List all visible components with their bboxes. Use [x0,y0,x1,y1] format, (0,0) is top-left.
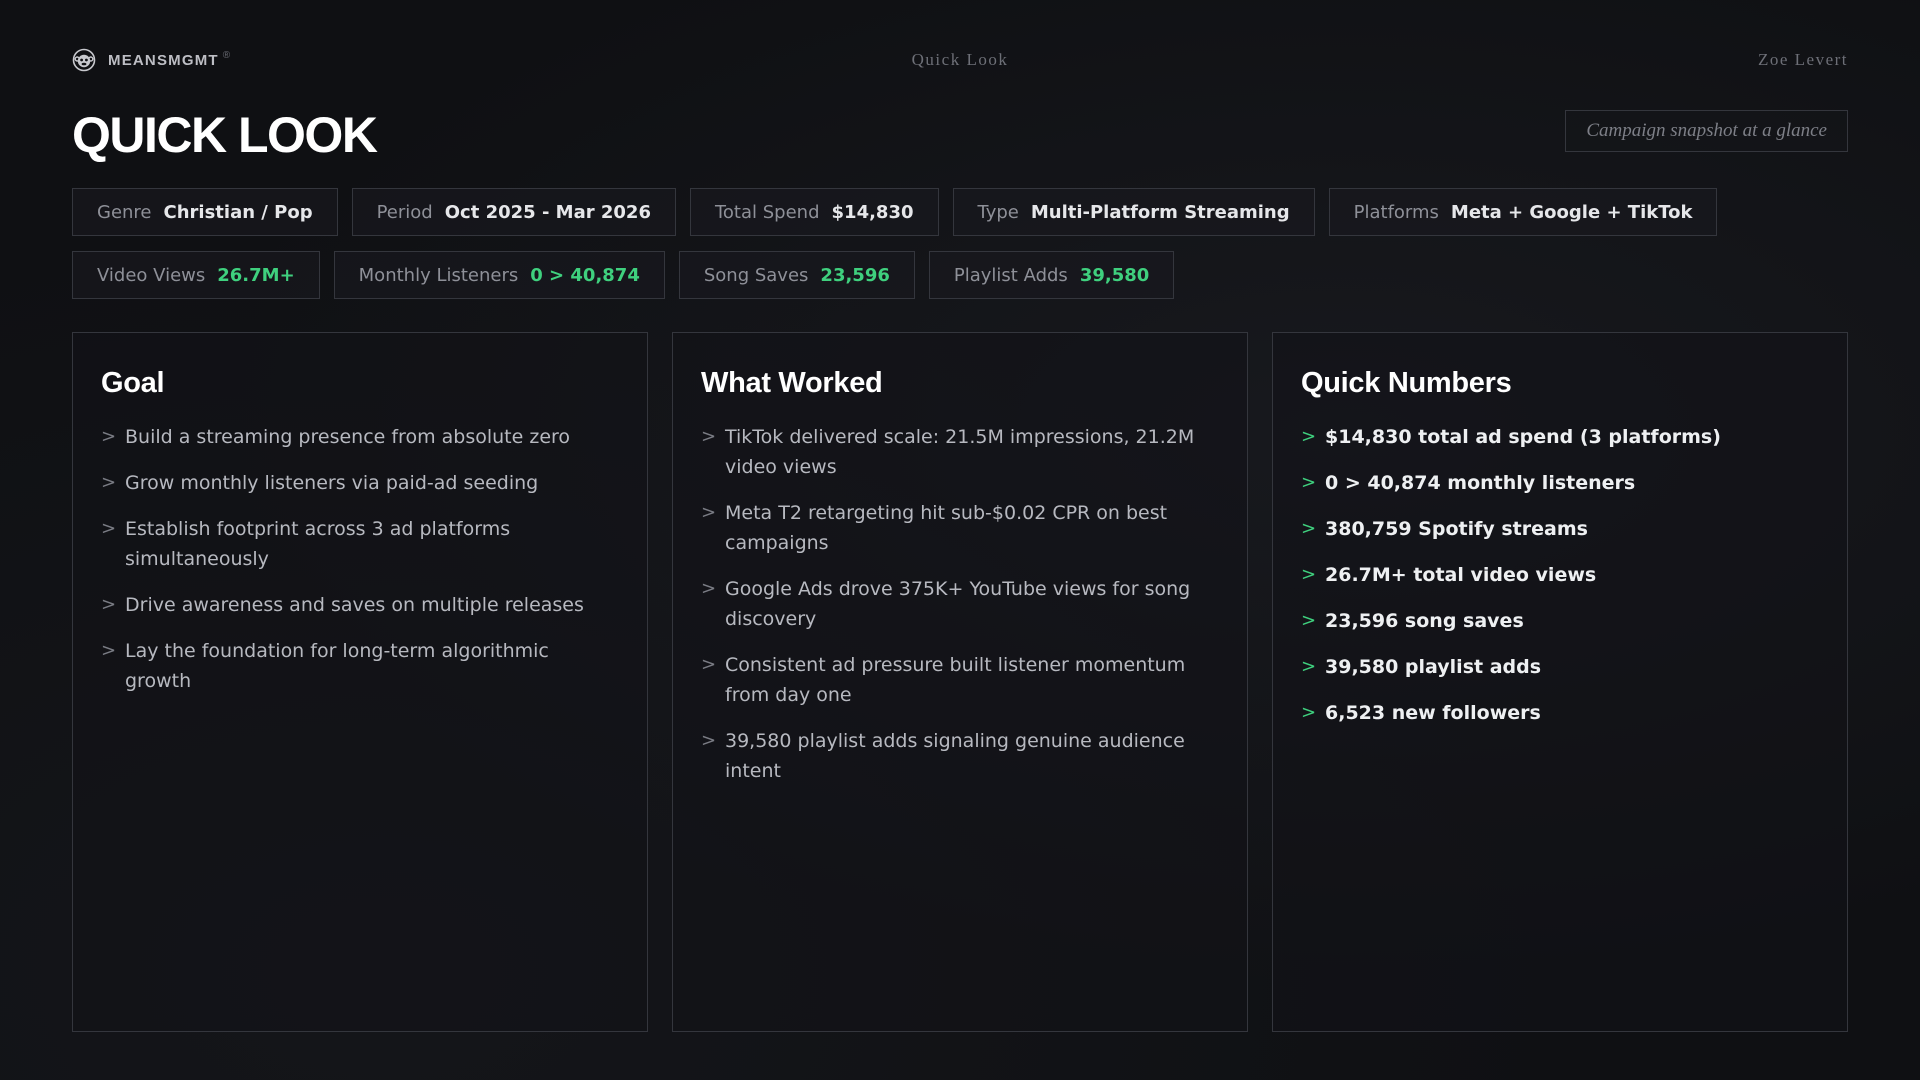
chip-video-views: Video Views 26.7M+ [72,251,320,299]
list-item: >39,580 playlist adds signaling genuine … [701,726,1219,786]
list-item-text: $14,830 total ad spend (3 platforms) [1325,426,1721,448]
list-item: > Google Ads drove 375K+ YouTube views fo… [701,574,1219,634]
list-item: >39,580 playlist adds [1301,652,1819,682]
chip-value: $14,830 [831,201,914,223]
goal-list: > Build a streaming presence from absolut… [101,422,619,696]
chevron-right-icon: > [101,472,117,493]
goal-card: Goal > Build a streaming presence from ab… [72,332,648,1032]
chip-total-spend: Total Spend $14,830 [689,188,939,236]
list-item: > Grow monthly listeners via paid-ad seed… [101,468,619,498]
chip-value: Christian / Pop [163,201,313,223]
chip-value: Meta + Google + TikTok [1450,201,1693,223]
list-item: > TikTok delivered scale: 21.5M impressio… [701,422,1219,482]
card-title: What Worked [701,367,883,399]
list-item-text: Consistent ad pressure built listener mo… [725,654,1186,706]
list-item-text: 39,580 playlist adds [1325,656,1542,678]
list-item: > Meta T2 retargeting hit sub-$0.02 CPR o… [701,498,1219,558]
chevron-right-icon: > [1301,656,1317,677]
list-item: >23,596 song saves [1301,606,1819,636]
chevron-right-icon: > [1301,472,1317,493]
chip-period: Period Oct 2025 - Mar 2026 [351,188,676,236]
list-item-text: Establish footprint across 3 ad platform… [125,518,511,570]
list-item-text: 39,580 playlist adds signaling genuine a… [725,730,1185,782]
list-item-text: Meta T2 retargeting hit sub-$0.02 CPR on… [725,502,1168,554]
section-label: Quick Look [911,50,1009,69]
metric-chip-row: Video Views 26.7M+ Monthly Listeners 0 >… [72,251,1175,299]
chip-value: 39,580 [1079,264,1150,286]
list-item-text: 0 > 40,874 monthly listeners [1325,472,1636,494]
top-bar: MEANSMGMT ® Quick Look Zoe Levert [72,48,1848,76]
card-title: Quick Numbers [1301,367,1512,399]
chevron-right-icon: > [1301,702,1317,723]
chevron-right-icon: > [1301,610,1317,631]
list-item: > Lay the foundation for long-term algori… [101,636,619,696]
chip-label: Type [977,201,1019,223]
chip-label: Total Spend [714,201,820,223]
page-title: QUICK LOOK [72,107,378,163]
chevron-right-icon: > [701,654,717,675]
list-item-text: 26.7M+ total video views [1325,564,1597,586]
list-item: >26.7M+ total video views [1301,560,1819,590]
chevron-right-icon: > [701,426,717,447]
list-item: >6,523 new followers [1301,698,1819,728]
list-item-text: Build a streaming presence from absolute… [125,426,571,448]
chip-song-saves: Song Saves 23,596 [678,251,915,299]
card-title: Goal [101,367,165,399]
chip-value: 26.7M+ [217,264,295,286]
list-item-text: TikTok delivered scale: 21.5M impression… [725,426,1195,478]
list-item-text: Lay the foundation for long-term algorit… [125,640,549,692]
list-item: > Establish footprint across 3 ad platfor… [101,514,619,574]
chip-value: Multi-Platform Streaming [1030,201,1290,223]
chevron-right-icon: > [101,640,117,661]
chevron-right-icon: > [1301,564,1317,585]
list-item-text: 23,596 song saves [1325,610,1524,632]
chip-label: Genre [97,201,152,223]
chip-value: 23,596 [820,264,890,286]
chip-label: Song Saves [703,264,809,286]
chevron-right-icon: > [1301,426,1317,447]
chip-type: Type Multi-Platform Streaming [952,188,1315,236]
chip-genre: Genre Christian / Pop [72,188,338,236]
what-worked-card: What Worked > TikTok delivered scale: 21.… [672,332,1248,1032]
list-item: > Consistent ad pressure built listener m… [701,650,1219,710]
quick-numbers-list: > $14,830 total ad spend (3 platforms) >0… [1301,422,1819,728]
chevron-right-icon: > [101,426,117,447]
list-item: > $14,830 total ad spend (3 platforms) [1301,422,1819,452]
list-item-text: 380,759 Spotify streams [1325,518,1588,540]
chevron-right-icon: > [701,502,717,523]
chevron-right-icon: > [101,594,117,615]
chip-value: Oct 2025 - Mar 2026 [444,201,651,223]
chip-monthly-listeners: Monthly Listeners 0 > 40,874 [333,251,665,299]
chip-label: Monthly Listeners [358,264,519,286]
chip-label: Playlist Adds [953,264,1068,286]
list-item-text: Drive awareness and saves on multiple re… [125,594,584,616]
chevron-right-icon: > [1301,518,1317,539]
list-item: > Drive awareness and saves on multiple r… [101,590,619,620]
chip-label: Platforms [1353,201,1439,223]
info-chip-row: Genre Christian / Pop Period Oct 2025 - … [72,188,1718,236]
chip-playlist-adds: Playlist Adds 39,580 [928,251,1175,299]
chip-label: Period [376,201,433,223]
chevron-right-icon: > [701,730,717,751]
chip-value: 0 > 40,874 [530,264,640,286]
what-worked-list: > TikTok delivered scale: 21.5M impressio… [701,422,1219,786]
list-item: > Build a streaming presence from absolut… [101,422,619,452]
list-item: >380,759 Spotify streams [1301,514,1819,544]
chevron-right-icon: > [101,518,117,539]
chip-label: Video Views [97,264,206,286]
snapshot-tag: Campaign snapshot at a glance [1565,110,1848,152]
chip-platforms: Platforms Meta + Google + TikTok [1328,188,1718,236]
list-item: >0 > 40,874 monthly listeners [1301,468,1819,498]
list-item-text: Grow monthly listeners via paid-ad seedi… [125,472,539,494]
list-item-text: 6,523 new followers [1325,702,1541,724]
author-name: Zoe Levert [1757,50,1848,69]
list-item-text: Google Ads drove 375K+ YouTube views for… [725,578,1191,630]
chevron-right-icon: > [701,578,717,599]
quick-numbers-card: Quick Numbers > $14,830 total ad spend (3… [1272,332,1848,1032]
